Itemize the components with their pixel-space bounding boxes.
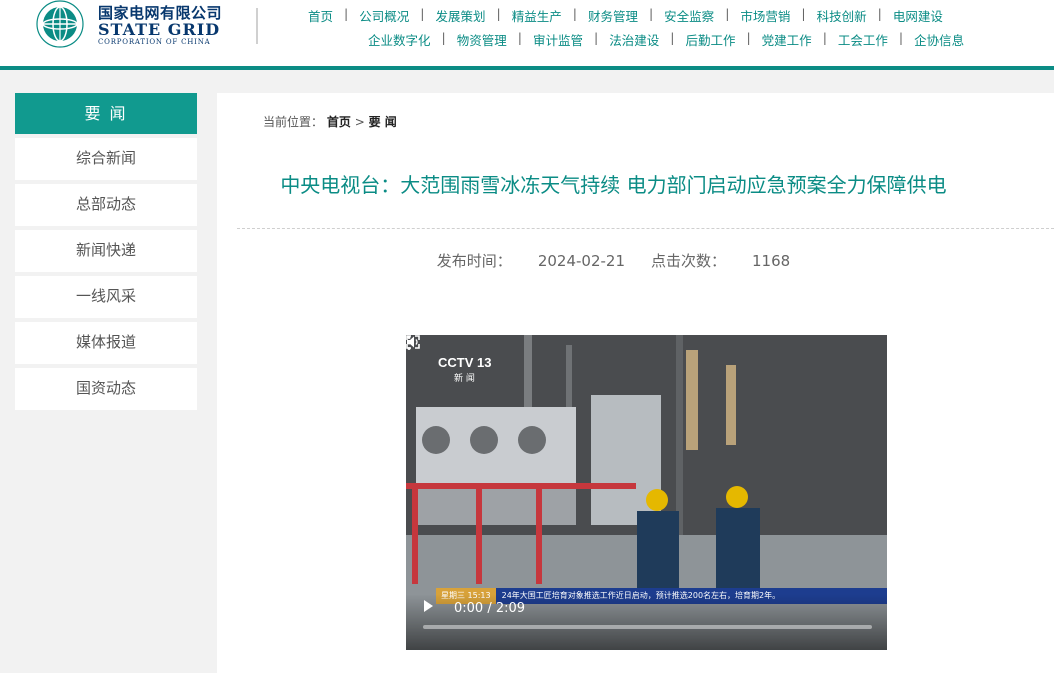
channel-subtitle: 新 闻 <box>454 372 475 384</box>
sidebar-item-frontline[interactable]: 一线风采 <box>15 276 197 318</box>
sidebar: 要 闻 综合新闻 总部动态 新闻快递 一线风采 媒体报道 国资动态 <box>15 93 197 410</box>
article-meta: 发布时间： 2024-02-21 点击次数： 1168 <box>217 250 1010 271</box>
nav-separator: | <box>822 30 827 45</box>
nav-separator: | <box>670 30 675 45</box>
breadcrumb: 当前位置： 首页 > 要 闻 <box>263 113 397 130</box>
breadcrumb-separator: > <box>354 115 365 129</box>
nav-separator: | <box>648 6 654 21</box>
article-title: 中央电视台：大范围雨雪冰冻天气持续 电力部门启动应急预案全力保障供电 <box>280 173 947 197</box>
nav-separator: | <box>517 30 522 45</box>
article-panel: 当前位置： 首页 > 要 闻 中央电视台：大范围雨雪冰冻天气持续 电力部门启动应… <box>217 93 1054 673</box>
nav-grid-construction[interactable]: 电网建设 <box>893 6 943 25</box>
nav-separator: | <box>572 6 577 21</box>
brand-name-en: STATE GRID <box>98 20 221 39</box>
nav-separator: | <box>344 6 349 21</box>
nav-separator: | <box>801 6 806 21</box>
brand-subtitle: CORPORATION OF CHINA <box>98 38 211 46</box>
nav-marketing[interactable]: 市场营销 <box>740 6 790 25</box>
breadcrumb-home[interactable]: 首页 <box>327 115 351 129</box>
brand[interactable]: 国家电网有限公司 STATE GRID CORPORATION OF CHINA <box>98 4 222 47</box>
views-value: 1168 <box>752 252 791 270</box>
nav-materials[interactable]: 物资管理 <box>457 30 507 49</box>
video-progress-bar[interactable] <box>423 625 872 629</box>
nav-finance[interactable]: 财务管理 <box>588 6 638 25</box>
nav-separator: | <box>441 30 446 45</box>
header-accent-bar <box>0 66 1054 70</box>
nav-company-overview[interactable]: 公司概况 <box>359 6 409 25</box>
nav-separator: | <box>593 30 599 45</box>
nav-union[interactable]: 工会工作 <box>838 30 888 49</box>
main-nav-row-1: 首页 | 公司概况 | 发展策划 | 精益生产 | 财务管理 | 安全监察 | 市场营销 | … <box>308 6 1054 25</box>
nav-separator: | <box>898 30 904 45</box>
nav-separator: | <box>877 6 882 21</box>
publish-value: 2024-02-21 <box>537 252 625 270</box>
sidebar-item-hq-updates[interactable]: 总部动态 <box>15 184 197 226</box>
sidebar-item-sasac-updates[interactable]: 国资动态 <box>15 368 197 410</box>
view-count: 点击次数： 1168 <box>651 252 790 270</box>
sidebar-item-media-reports[interactable]: 媒体报道 <box>15 322 197 364</box>
title-divider <box>237 228 1054 229</box>
nav-separator: | <box>496 6 501 21</box>
views-label: 点击次数： <box>651 252 727 270</box>
video-time: 0:00 / 2:09 <box>454 601 526 616</box>
site-header: 国家电网有限公司 STATE GRID CORPORATION OF CHINA… <box>0 0 1054 68</box>
nav-home[interactable]: 首页 <box>308 6 333 25</box>
main-nav-row-2: 企业数字化 | 物资管理 | 审计监管 | 法治建设 | 后勤工作 | 党建工作 | 工会工… <box>368 30 1054 49</box>
nav-digitalization[interactable]: 企业数字化 <box>368 30 431 49</box>
nav-lean-production[interactable]: 精益生产 <box>512 6 562 25</box>
publish-label: 发布时间： <box>436 252 512 270</box>
publish-date: 发布时间： 2024-02-21 <box>437 252 625 270</box>
nav-innovation[interactable]: 科技创新 <box>817 6 867 25</box>
breadcrumb-current[interactable]: 要 闻 <box>369 115 397 129</box>
sidebar-item-general-news[interactable]: 综合新闻 <box>15 138 197 180</box>
nav-legal[interactable]: 法治建设 <box>609 30 659 49</box>
nav-development-planning[interactable]: 发展策划 <box>435 6 485 25</box>
state-grid-logo-icon[interactable] <box>30 0 86 50</box>
breadcrumb-prefix: 当前位置： <box>263 115 324 129</box>
nav-safety[interactable]: 安全监察 <box>664 6 714 25</box>
nav-enterprise-association[interactable]: 企协信息 <box>914 30 964 49</box>
nav-logistics[interactable]: 后勤工作 <box>685 30 735 49</box>
play-icon[interactable] <box>424 600 433 612</box>
video-player[interactable]: CCTV 13 新 闻 星期三 15:1324年大国工匠培育对象推选工作近日启动… <box>406 335 887 650</box>
nav-separator: | <box>725 6 730 21</box>
nav-separator: | <box>420 6 425 21</box>
brand-divider <box>256 8 258 44</box>
nav-party-building[interactable]: 党建工作 <box>762 30 812 49</box>
channel-logo: CCTV 13 <box>438 355 491 370</box>
more-options-icon[interactable] <box>406 335 412 351</box>
nav-audit[interactable]: 审计监管 <box>533 30 583 49</box>
sidebar-heading[interactable]: 要 闻 <box>15 93 197 134</box>
nav-separator: | <box>746 30 751 45</box>
sidebar-item-news-express[interactable]: 新闻快递 <box>15 230 197 272</box>
